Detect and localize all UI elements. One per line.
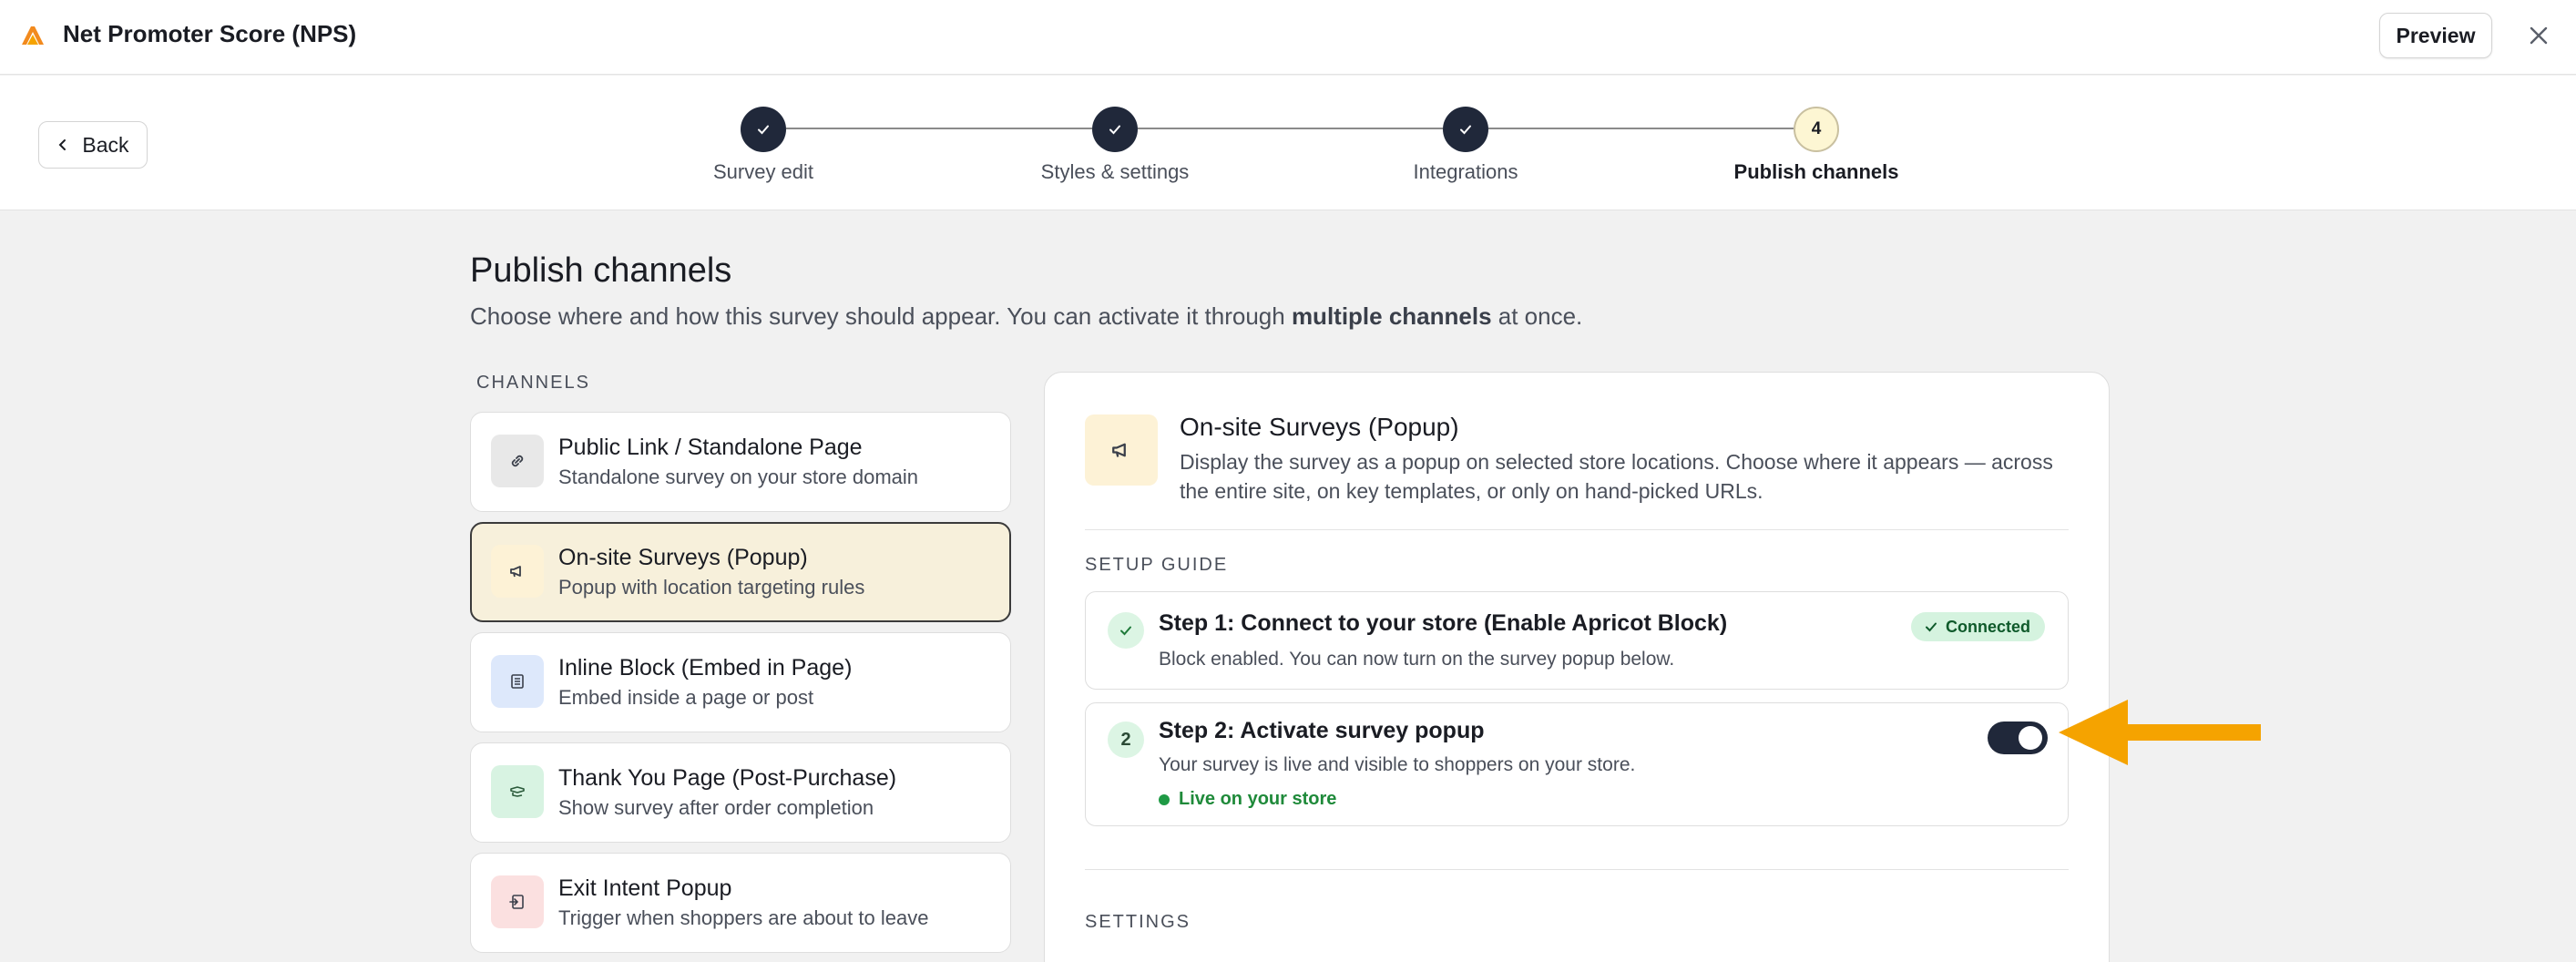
check-icon bbox=[1109, 125, 1120, 135]
live-status-label: Live on your store bbox=[1179, 789, 1337, 809]
check-icon bbox=[1926, 622, 1937, 632]
page-subtitle: Choose where and how this survey should … bbox=[470, 302, 1582, 331]
preview-button[interactable]: Preview bbox=[2379, 13, 2492, 58]
step-2-description: Your survey is live and visible to shopp… bbox=[1159, 754, 1636, 775]
channel-title: Exit Intent Popup bbox=[558, 875, 732, 901]
app-title: Net Promoter Score (NPS) bbox=[63, 20, 357, 47]
connected-badge-label: Connected bbox=[1946, 617, 2031, 636]
step-2-done-circle[interactable] bbox=[1092, 107, 1138, 152]
subtitle-text-end: at once. bbox=[1491, 302, 1583, 330]
top-bar: Net Promoter Score (NPS) Preview bbox=[0, 0, 2576, 75]
step-label-integrations[interactable]: Integrations bbox=[1329, 160, 1602, 184]
channel-inline-block[interactable]: Inline Block (Embed in Page) Embed insid… bbox=[470, 632, 1011, 732]
page-title: Publish channels bbox=[470, 251, 732, 290]
setup-step-2-card: 2 Step 2: Activate survey popup Your sur… bbox=[1085, 702, 2069, 826]
chevron-left-icon bbox=[59, 139, 66, 150]
back-button[interactable]: Back bbox=[38, 121, 148, 169]
step-1-description: Block enabled. You can now turn on the s… bbox=[1159, 649, 1675, 670]
step-connector bbox=[1138, 128, 1443, 129]
channel-desc: Embed inside a page or post bbox=[558, 686, 814, 709]
megaphone-icon bbox=[1112, 443, 1126, 457]
step-label-styles-settings[interactable]: Styles & settings bbox=[978, 160, 1252, 184]
channel-icon-wrap bbox=[491, 655, 544, 708]
check-icon bbox=[1120, 626, 1131, 636]
channel-onsite-popup[interactable]: On-site Surveys (Popup) Popup with locat… bbox=[470, 522, 1011, 622]
channel-title: Inline Block (Embed in Page) bbox=[558, 655, 853, 681]
apricot-logo-icon bbox=[22, 26, 44, 45]
setup-step-1-card: Step 1: Connect to your store (Enable Ap… bbox=[1085, 591, 2069, 690]
channel-title: Thank You Page (Post-Purchase) bbox=[558, 765, 897, 791]
step-1-done-circle[interactable] bbox=[741, 107, 786, 152]
channel-icon-wrap bbox=[491, 545, 544, 598]
step-4-current-circle[interactable]: 4 bbox=[1794, 107, 1839, 152]
channel-desc: Show survey after order completion bbox=[558, 796, 874, 819]
activate-popup-toggle[interactable] bbox=[1988, 722, 2048, 754]
step-number-indicator: 2 bbox=[1108, 722, 1144, 758]
channel-icon-wrap bbox=[491, 875, 544, 928]
step-complete-indicator bbox=[1108, 612, 1144, 649]
check-icon bbox=[1460, 125, 1471, 135]
panel-icon-wrap bbox=[1085, 414, 1158, 486]
step-2-title: Step 2: Activate survey popup bbox=[1159, 718, 1485, 743]
panel-title: On-site Surveys (Popup) bbox=[1180, 413, 1459, 441]
channel-detail-panel: On-site Surveys (Popup) Display the surv… bbox=[1044, 372, 2110, 962]
annotation-arrow-icon bbox=[2059, 700, 2261, 765]
step-connector bbox=[1488, 128, 1794, 129]
channel-public-link[interactable]: Public Link / Standalone Page Standalone… bbox=[470, 412, 1011, 512]
megaphone-icon bbox=[510, 566, 521, 578]
channel-title: On-site Surveys (Popup) bbox=[558, 545, 808, 570]
check-icon bbox=[758, 125, 769, 135]
channel-thank-you-page[interactable]: Thank You Page (Post-Purchase) Show surv… bbox=[470, 742, 1011, 843]
close-icon[interactable] bbox=[2525, 22, 2552, 49]
embed-block-icon bbox=[511, 674, 524, 689]
settings-caption: SETTINGS bbox=[1085, 912, 1191, 932]
divider bbox=[1085, 869, 2069, 870]
subtitle-emphasis: multiple channels bbox=[1291, 302, 1492, 330]
step-1-title: Step 1: Connect to your store (Enable Ap… bbox=[1159, 610, 1728, 636]
back-label: Back bbox=[82, 132, 129, 157]
divider bbox=[1085, 529, 2069, 530]
channel-desc: Trigger when shoppers are about to leave bbox=[558, 906, 929, 929]
step-3-done-circle[interactable] bbox=[1443, 107, 1488, 152]
channels-caption: CHANNELS bbox=[476, 373, 590, 393]
step-label-publish-channels[interactable]: Publish channels bbox=[1680, 160, 1953, 184]
thank-you-icon bbox=[510, 786, 525, 797]
channel-desc: Popup with location targeting rules bbox=[558, 576, 865, 599]
channel-desc: Standalone survey on your store domain bbox=[558, 466, 919, 488]
connected-badge: Connected bbox=[1911, 612, 2046, 641]
channel-icon-wrap bbox=[491, 765, 544, 818]
toggle-knob bbox=[2019, 726, 2042, 750]
panel-description: Display the survey as a popup on selecte… bbox=[1180, 450, 2053, 503]
channel-icon-wrap bbox=[491, 435, 544, 487]
channel-title: Public Link / Standalone Page bbox=[558, 435, 863, 460]
setup-guide-caption: SETUP GUIDE bbox=[1085, 555, 1229, 575]
stepper-bar: Back 4 Survey edit Styles & settings Int… bbox=[0, 76, 2576, 210]
step-connector bbox=[786, 128, 1092, 129]
live-status: Live on your store bbox=[1159, 789, 1336, 810]
channel-exit-intent[interactable]: Exit Intent Popup Trigger when shoppers … bbox=[470, 853, 1011, 953]
step-label-survey-edit[interactable]: Survey edit bbox=[627, 160, 900, 184]
exit-icon bbox=[509, 895, 524, 909]
live-status-dot bbox=[1159, 793, 1170, 805]
link-icon bbox=[511, 455, 524, 467]
subtitle-text: Choose where and how this survey should … bbox=[470, 302, 1292, 330]
